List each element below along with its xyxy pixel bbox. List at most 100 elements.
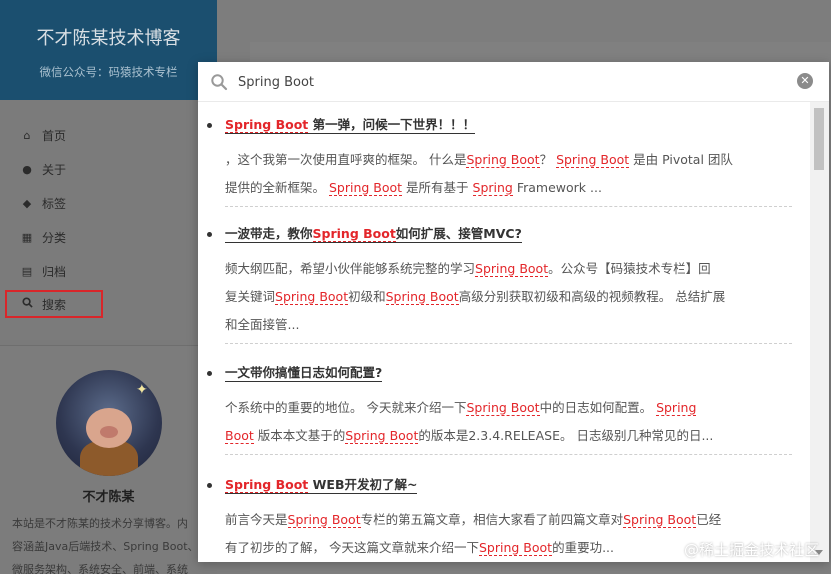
excerpt-line: ，这个我第一次使用直呼爽的框架。 什么是Spring Boot？ Spring …	[225, 146, 787, 174]
excerpt-text: 有了初步的了解， 今天这篇文章就来介绍一下	[225, 540, 479, 555]
bullet-icon	[207, 483, 212, 488]
search-results: Spring Boot 第一弹，问候一下世界！！！ ，这个我第一次使用直呼爽的框架…	[198, 102, 810, 562]
search-result-title-link[interactable]: Spring Boot WEB开发初了解~	[225, 476, 418, 494]
highlighted-term: Spring Boot	[225, 477, 309, 493]
grid-icon: ▦	[21, 230, 33, 244]
excerpt-text: 是由 Pivotal 团队	[629, 152, 733, 167]
sidebar-item-about[interactable]: ● 关于	[20, 159, 66, 179]
user-icon: ●	[22, 162, 32, 176]
sidebar-item-label: 搜索	[42, 297, 67, 312]
excerpt-line: 提供的全新框架。 Spring Boot 是所有基于 Spring Framew…	[225, 174, 787, 202]
result-divider	[225, 454, 792, 455]
profile-description: 本站是不才陈某的技术分享博客。内 容涵盖Java后端技术、Spring Boot…	[12, 517, 199, 574]
avatar: ✦	[56, 370, 162, 476]
highlighted-term: Spring Boot	[556, 152, 630, 168]
excerpt-text: 是所有基于	[402, 180, 473, 195]
highlighted-term: Spring	[472, 180, 513, 196]
excerpt-text: 前言今天是	[225, 512, 288, 527]
profile-name: 不才陈某	[82, 490, 135, 505]
excerpt-text: 个系统中的重要的地位。 今天就来介绍一下	[225, 400, 467, 415]
excerpt-line: 个系统中的重要的地位。 今天就来介绍一下Spring Boot中的日志如何配置。…	[225, 394, 787, 422]
excerpt-text: 中的日志如何配置。	[539, 400, 657, 415]
tags-icon: ◆	[22, 196, 32, 210]
site-subtitle: 微信公众号：码猿技术专栏	[39, 65, 178, 79]
bullet-icon	[207, 232, 212, 237]
search-icon	[20, 297, 34, 311]
result-divider	[225, 343, 792, 344]
highlighted-term: Spring Boot	[225, 117, 309, 133]
excerpt-text: 复关键词	[225, 289, 276, 304]
profile-card: ✦ 不才陈某 本站是不才陈某的技术分享博客。内 容涵盖Java后端技术、Spri…	[0, 345, 217, 574]
sidebar-item-label: 标签	[42, 196, 67, 211]
excerpt-text: 频大纲匹配，希望小伙伴能够系统完整的学习	[225, 261, 476, 276]
scrollbar-thumb[interactable]	[814, 108, 824, 170]
excerpt-text: 高级分别获取初级和高级的视频教程。 总结扩展	[458, 289, 726, 304]
clear-search-button[interactable]: ✕	[797, 73, 813, 89]
sidebar-item-search[interactable]: 搜索	[5, 290, 103, 318]
home-icon: ⌂	[23, 128, 31, 142]
sidebar-item-home[interactable]: ⌂ 首页	[20, 125, 67, 145]
highlighted-term: Spring	[656, 400, 697, 416]
archive-icon: ▤	[21, 264, 33, 278]
excerpt-line: 前言今天是Spring Boot专栏的第五篇文章，相信大家看了前四篇文章对Spr…	[225, 506, 787, 534]
excerpt-line: 和全面接管...	[225, 311, 787, 339]
sidebar-item-label: 分类	[42, 230, 67, 245]
highlighted-term: Spring Boot	[475, 261, 549, 277]
title-text: 一文带你搞懂日志如何配置?	[225, 365, 383, 380]
sidebar-item-label: 首页	[42, 128, 67, 143]
excerpt-line: 频大纲匹配，希望小伙伴能够系统完整的学习Spring Boot。公众号【码猿技术…	[225, 255, 787, 283]
title-text: 一波带走，教你	[225, 226, 313, 241]
excerpt-text: ，这个我第一次使用直呼爽的框架。 什么是	[225, 152, 467, 167]
highlighted-term: Spring Boot	[312, 226, 396, 242]
title-text: 如何扩展、接管MVC?	[395, 226, 522, 241]
excerpt-text: 的版本是2.3.4.RELEASE。 日志级别几种常见的日...	[418, 428, 714, 443]
highlighted-term: Boot	[225, 428, 254, 444]
search-input[interactable]	[238, 71, 778, 93]
search-bar: ✕	[198, 62, 829, 102]
search-result-title-link[interactable]: 一文带你搞懂日志如何配置?	[225, 364, 383, 382]
excerpt-line: Boot 版本本文基于的Spring Boot的版本是2.3.4.RELEASE…	[225, 422, 787, 450]
highlighted-term: Spring Boot	[287, 512, 361, 528]
title-text: 第一弹，问候一下世界！！！	[308, 117, 476, 132]
highlighted-term: Spring Boot	[623, 512, 697, 528]
site-header: 不才陈某技术博客 微信公众号：码猿技术专栏	[0, 0, 217, 100]
highlighted-term: Spring Boot	[275, 289, 349, 305]
highlighted-term: Spring Boot	[466, 400, 540, 416]
results-scrollbar[interactable]	[810, 102, 829, 562]
excerpt-text: ？	[539, 152, 557, 167]
search-result-title-link[interactable]: Spring Boot 第一弹，问候一下世界！！！	[225, 116, 476, 134]
excerpt-text: 的重要功...	[552, 540, 614, 555]
excerpt-text: 版本本文基于的	[253, 428, 346, 443]
highlighted-term: Spring Boot	[345, 428, 419, 444]
excerpt-text: 。公众号【码猿技术专栏】回	[548, 261, 711, 276]
excerpt-text: Framework ...	[512, 180, 602, 195]
bullet-icon	[207, 371, 212, 376]
search-modal: ✕ Spring Boot 第一弹，问候一下世界！！！ ，这个我第一次使用直呼爽的…	[198, 62, 829, 562]
excerpt-text: 专栏的第五篇文章，相信大家看了前四篇文章对	[360, 512, 624, 527]
search-icon	[211, 74, 228, 91]
result-divider	[225, 206, 792, 207]
site-title[interactable]: 不才陈某技术博客	[0, 24, 217, 50]
excerpt-text: 初级和	[348, 289, 386, 304]
highlighted-term: Spring Boot	[385, 289, 459, 305]
highlighted-term: Spring Boot	[466, 152, 540, 168]
star-icon: ✦	[136, 382, 148, 398]
sidebar-item-categories[interactable]: ▦ 分类	[20, 227, 66, 247]
search-result-excerpt: 频大纲匹配，希望小伙伴能够系统完整的学习Spring Boot。公众号【码猿技术…	[225, 255, 787, 339]
sidebar-item-tags[interactable]: ◆ 标签	[20, 193, 66, 213]
search-result-excerpt: 个系统中的重要的地位。 今天就来介绍一下Spring Boot中的日志如何配置。…	[225, 394, 787, 450]
title-text: WEB开发初了解~	[308, 477, 418, 492]
excerpt-text: 和全面接管...	[225, 317, 300, 332]
search-result-title-link[interactable]: 一波带走，教你Spring Boot如何扩展、接管MVC?	[225, 225, 522, 243]
highlighted-term: Spring Boot	[478, 540, 553, 556]
excerpt-text: 已经	[696, 512, 722, 527]
highlighted-term: Spring Boot	[328, 180, 403, 196]
bullet-icon	[207, 123, 212, 128]
excerpt-line: 复关键词Spring Boot初级和Spring Boot高级分别获取初级和高级…	[225, 283, 787, 311]
sidebar-item-label: 归档	[42, 264, 67, 279]
search-result-excerpt: ，这个我第一次使用直呼爽的框架。 什么是Spring Boot？ Spring …	[225, 146, 787, 202]
sidebar-item-label: 关于	[42, 162, 67, 177]
watermark: @稀土掘金技术社区	[683, 541, 819, 559]
sidebar-item-archive[interactable]: ▤ 归档	[20, 261, 66, 281]
excerpt-text: 提供的全新框架。	[225, 180, 329, 195]
